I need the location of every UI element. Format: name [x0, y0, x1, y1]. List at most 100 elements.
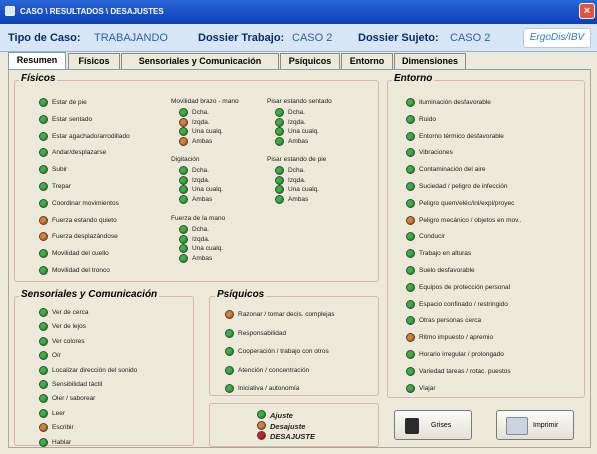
fisicos-item-label: Andar/desplazarse [52, 149, 107, 157]
fisicos-item-label: Subir [52, 166, 68, 174]
dossier-trabajo-label: Dossier Trabajo: [198, 32, 285, 44]
entorno-item-label: Vibraciones [419, 149, 453, 157]
sensoriales-item-status-dot [39, 336, 48, 346]
window-title: CASO \ RESULTADOS \ DESAJUSTES [20, 7, 164, 16]
legend-item-status-dot [257, 410, 266, 419]
tab-sensoriales[interactable]: Sensoriales y Comunicación [121, 53, 279, 69]
entorno-item-status-dot [406, 182, 415, 191]
psiquicos-item-status-dot [225, 384, 234, 393]
psiquicos-item-status-dot [225, 347, 234, 356]
fisicos-subitem-status-dot [275, 185, 284, 194]
fisicos-subitem-label: Dcha. [192, 109, 209, 116]
fisicos-subitem-label: Ambas [192, 195, 213, 203]
legend-item-label: DESAJUSTE [270, 432, 316, 441]
entorno-item-status-dot [406, 350, 415, 359]
fisicos-item-label: Trepar [52, 183, 71, 190]
fisicos-subitem-status-dot [179, 136, 188, 146]
psiquicos-title: Psíquicos [215, 289, 267, 300]
fisicos-item-status-dot [39, 182, 48, 191]
fisicos-subitem-status-dot [275, 194, 284, 204]
psiquicos-item-label: Cooperación / trabajo con otros [238, 348, 329, 355]
psiquicos-item-label: Responsabilidad [238, 329, 287, 337]
entorno-item-status-dot [406, 198, 415, 208]
fisicos-subitem-status-dot [275, 117, 284, 127]
fisicos-group-title: Movilidad brazo - mano [171, 98, 239, 105]
tab-psiquicos[interactable]: Psíquicos [280, 53, 340, 69]
fisicos-item-label: Movilidad del cuello [52, 250, 109, 258]
fisicos-subitem-label: Izqda. [288, 118, 306, 126]
fisicos-item-label: Coordinar movimientos [52, 199, 119, 207]
fisicos-subitem-status-dot [179, 185, 188, 194]
entorno-item-status-dot [406, 266, 415, 275]
fisicos-subitem-label: Ambas [192, 254, 213, 262]
fisicos-subitem-label: Dcha. [192, 167, 209, 174]
entorno-item-label: Variedad tareas / rotac. puestos [419, 367, 511, 375]
fisicos-item-status-dot [39, 266, 48, 275]
psiquicos-item-label: Iniciativa / autonomía [238, 385, 300, 392]
tab-fisicos[interactable]: Físicos [68, 53, 120, 69]
sensoriales-item-status-dot [39, 437, 48, 447]
fisicos-item-label: Estar de pie [52, 99, 87, 106]
entorno-item-label: Ritmo impuesto / apremio [419, 334, 494, 342]
fisicos-item-label: Estar sentado [52, 115, 93, 123]
tab-resumen[interactable]: Resumen [8, 52, 66, 70]
sensoriales-item-status-dot [39, 308, 48, 317]
entorno-item-label: Suciedad / peligro de infección [419, 183, 508, 190]
grises-button[interactable]: Grises [394, 410, 472, 440]
entorno-item-label: Trabajo en alturas [419, 250, 472, 258]
fisicos-subitem-status-dot [179, 108, 188, 117]
psiquicos-item-status-dot [225, 365, 234, 375]
fisicos-item-status-dot [39, 215, 48, 225]
fisicos-subitem-status-dot [179, 117, 188, 127]
entorno-item-label: Entorno térmico desfavorable [419, 132, 504, 140]
entorno-item-label: Viajar [419, 384, 436, 392]
entorno-item-status-dot [406, 282, 415, 292]
fisicos-subitem-status-dot [179, 127, 188, 136]
entorno-item-label: Equipos de protección personal [419, 283, 511, 291]
fisicos-subitem-label: Dcha. [192, 226, 209, 233]
tipo-caso-label: Tipo de Caso: [8, 32, 81, 44]
sensoriales-item-label: Oler / saborear [52, 395, 96, 403]
fisicos-item-label: Movilidad del tronco [52, 267, 110, 274]
tab-entorno[interactable]: Entorno [341, 53, 393, 69]
fisicos-subitem-label: Una cualq. [192, 245, 224, 252]
psiquicos-item-label: Razonar / tomar decis. complejas [238, 311, 335, 318]
fisicos-item-status-dot [39, 98, 48, 107]
sensoriales-item-label: Sensibilidad táctil [52, 381, 103, 388]
imprimir-button[interactable]: Imprimir [496, 410, 574, 440]
legend-item-label: Ajuste [270, 411, 293, 420]
sensoriales-item-status-dot [39, 365, 48, 375]
entorno-item-status-dot [406, 366, 415, 376]
entorno-item-label: Espacio confinado / restringido [419, 300, 508, 308]
psiquicos-item-status-dot [225, 310, 234, 319]
results-window: CASO \ RESULTADOS \ DESAJUSTES × Tipo de… [0, 0, 597, 454]
entorno-item-status-dot [406, 299, 415, 309]
fisicos-subitem-status-dot [179, 234, 188, 244]
dossier-trabajo-value: CASO 2 [292, 32, 333, 44]
fisicos-subitem-label: Dcha. [288, 167, 305, 174]
fisicos-subitem-status-dot [179, 175, 188, 185]
fisicos-subitem-status-dot [179, 253, 188, 263]
entorno-item-label: Contaminación del aire [419, 166, 486, 174]
grises-button-label: Grises [431, 422, 452, 429]
entorno-item-status-dot [406, 383, 415, 393]
fisicos-subitem-label: Izqda. [192, 176, 210, 184]
sensoriales-item-label: Ver de cerca [52, 309, 89, 316]
psiquicos-item-status-dot [225, 328, 234, 338]
fisicos-group-title: Pisar estando de pie [267, 156, 327, 163]
entorno-item-status-dot [406, 98, 415, 107]
sensoriales-item-label: Hablar [52, 438, 72, 446]
traffic-light-icon [405, 418, 419, 434]
fisicos-subitem-status-dot [275, 127, 284, 136]
tab-dimensiones[interactable]: Dimensiones [394, 53, 466, 69]
sensoriales-item-label: Localizar dirección del sonido [52, 366, 138, 374]
sensoriales-item-status-dot [39, 408, 48, 418]
fisicos-subitem-label: Izqda. [192, 118, 210, 126]
entorno-item-label: Suelo desfavorable [419, 267, 475, 274]
fisicos-subitem-status-dot [179, 166, 188, 175]
fisicos-subitem-label: Izqda. [192, 235, 210, 243]
close-button[interactable]: × [579, 3, 595, 19]
fisicos-subitem-status-dot [275, 108, 284, 117]
fisicos-group-title: Fuerza de la mano [171, 215, 226, 222]
sensoriales-item-label: Ver colores [52, 337, 85, 345]
